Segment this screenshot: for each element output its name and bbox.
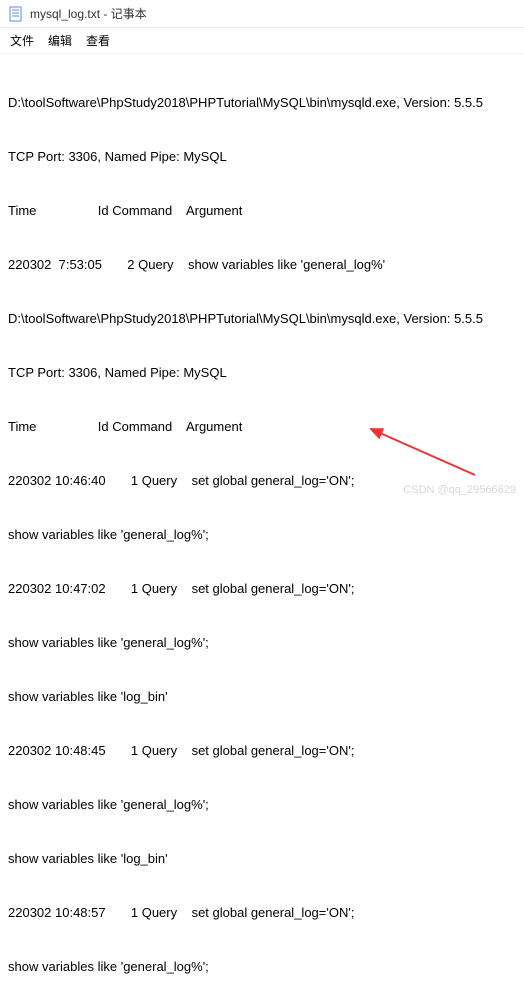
log-line: 220302 10:47:02 1 Query set global gener… — [8, 580, 516, 598]
log-line: show variables like 'log_bin' — [8, 688, 516, 706]
text-content[interactable]: D:\toolSoftware\PhpStudy2018\PHPTutorial… — [0, 54, 524, 1000]
log-line: D:\toolSoftware\PhpStudy2018\PHPTutorial… — [8, 94, 516, 112]
menu-view[interactable]: 查看 — [86, 32, 110, 49]
log-line: Time Id Command Argument — [8, 202, 516, 220]
watermark: CSDN @qq_29566629 — [403, 484, 516, 496]
log-line: 220302 10:48:45 1 Query set global gener… — [8, 742, 516, 760]
log-line: show variables like 'log_bin' — [8, 850, 516, 868]
log-line: show variables like 'general_log%'; — [8, 958, 516, 976]
log-line: D:\toolSoftware\PhpStudy2018\PHPTutorial… — [8, 310, 516, 328]
menubar: 文件 编辑 查看 — [0, 28, 524, 54]
menu-edit[interactable]: 编辑 — [48, 32, 72, 49]
log-line: show variables like 'general_log%'; — [8, 634, 516, 652]
window-title: mysql_log.txt - 记事本 — [30, 5, 147, 22]
menu-file[interactable]: 文件 — [10, 32, 34, 49]
log-line: 220302 10:48:57 1 Query set global gener… — [8, 904, 516, 922]
log-line: TCP Port: 3306, Named Pipe: MySQL — [8, 148, 516, 166]
log-line: TCP Port: 3306, Named Pipe: MySQL — [8, 364, 516, 382]
log-line: show variables like 'general_log%'; — [8, 796, 516, 814]
log-line: show variables like 'general_log%'; — [8, 526, 516, 544]
titlebar: mysql_log.txt - 记事本 — [0, 0, 524, 28]
log-line: 220302 7:53:05 2 Query show variables li… — [8, 256, 516, 274]
notepad-icon — [8, 6, 24, 22]
log-line: Time Id Command Argument — [8, 418, 516, 436]
